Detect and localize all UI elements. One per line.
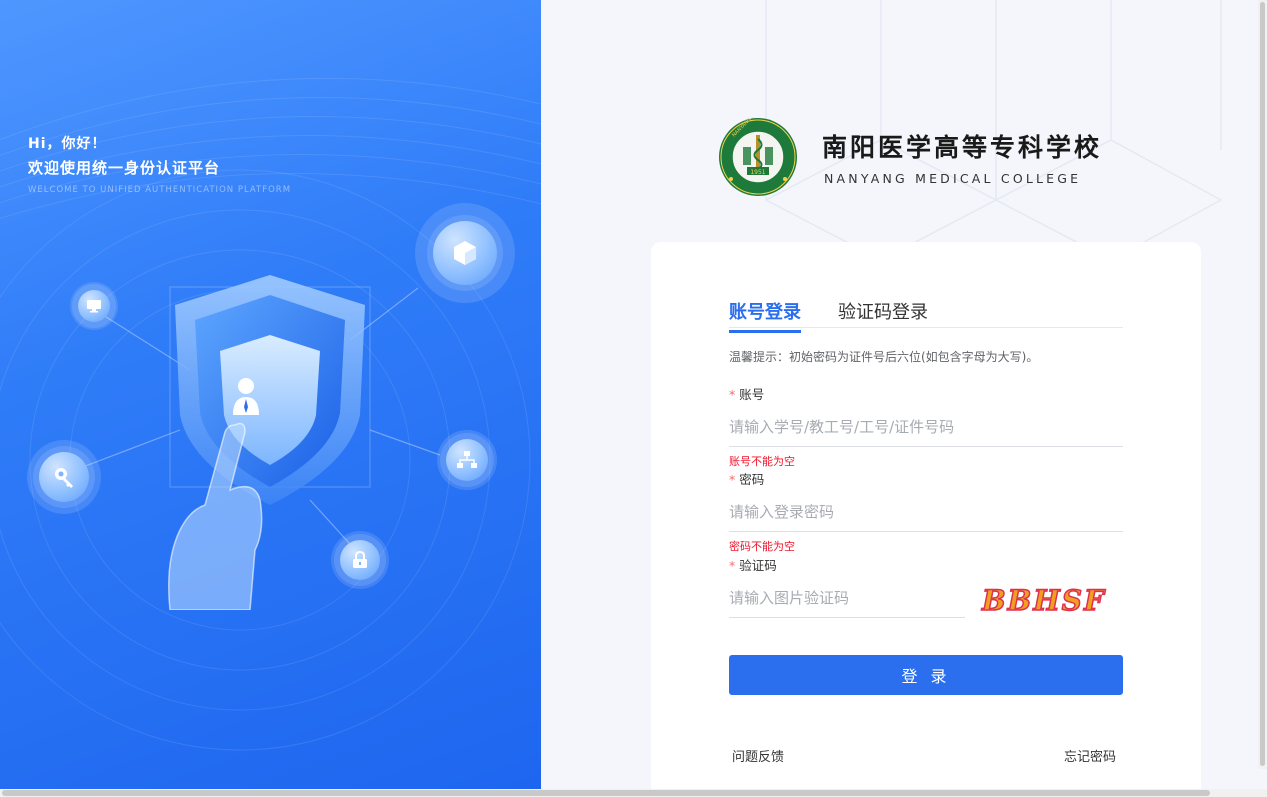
cube-icon — [454, 241, 476, 265]
monitor-bubble — [70, 282, 118, 330]
required-mark: * — [729, 558, 736, 573]
password-tip: 温馨提示：初始密码为证件号后六位(如包含字母为大写)。 — [729, 350, 1039, 364]
tab-account-login[interactable]: 账号登录 — [729, 298, 801, 333]
login-button[interactable]: 登 录 — [729, 655, 1123, 695]
password-error: 密码不能为空 — [729, 540, 795, 553]
account-label: * 账号 — [729, 384, 764, 403]
required-mark: * — [729, 387, 736, 402]
left-banner: Hi，你好！ 欢迎使用统一身份认证平台 WELCOME TO UNIFIED A… — [0, 0, 541, 790]
key-bubble — [27, 440, 101, 514]
school-logo: 1951 NANYANG MEDICAL COLLEGE — [717, 82, 801, 197]
hand-illustration — [168, 422, 263, 610]
monitor-icon — [87, 300, 101, 313]
greeting: Hi，你好！ — [28, 136, 107, 152]
svg-text:1951: 1951 — [750, 169, 765, 176]
cube-bubble — [415, 203, 515, 303]
login-tabs: 账号登录 验证码登录 — [729, 296, 1123, 333]
account-error: 账号不能为空 — [729, 455, 795, 468]
password-input[interactable] — [729, 492, 1123, 532]
vertical-scrollbar[interactable] — [1258, 0, 1267, 769]
account-input[interactable] — [729, 407, 1123, 447]
school-name-cn: 南阳医学高等专科学校 — [822, 133, 1103, 162]
network-bubble — [437, 430, 497, 490]
key-icon — [55, 468, 73, 488]
captcha-image[interactable]: BBHSF — [978, 582, 1120, 616]
required-mark: * — [729, 472, 736, 487]
school-name-en: NANYANG MEDICAL COLLEGE — [824, 171, 1082, 186]
user-icon — [233, 378, 259, 415]
feedback-link[interactable]: 问题反馈 — [732, 746, 784, 765]
password-label: * 密码 — [729, 469, 764, 488]
svg-text:BBHSF: BBHSF — [981, 584, 1106, 616]
captcha-label: * 验证码 — [729, 555, 777, 574]
lock-bubble — [331, 531, 389, 589]
password-label-text: 密码 — [739, 472, 765, 487]
welcome-subtitle: WELCOME TO UNIFIED AUTHENTICATION PLATFO… — [28, 185, 292, 195]
horizontal-scroll-thumb[interactable] — [2, 790, 1210, 796]
lock-icon — [353, 551, 367, 568]
account-label-text: 账号 — [739, 387, 765, 402]
horizontal-scrollbar[interactable] — [0, 789, 1267, 797]
network-icon — [457, 451, 477, 468]
tab-code-login[interactable]: 验证码登录 — [838, 298, 928, 324]
captcha-input[interactable] — [729, 578, 965, 618]
welcome-title: 欢迎使用统一身份认证平台 — [28, 159, 221, 177]
vertical-scroll-thumb[interactable] — [1260, 2, 1265, 766]
forgot-password-link[interactable]: 忘记密码 — [1064, 746, 1116, 765]
captcha-label-text: 验证码 — [739, 558, 777, 573]
